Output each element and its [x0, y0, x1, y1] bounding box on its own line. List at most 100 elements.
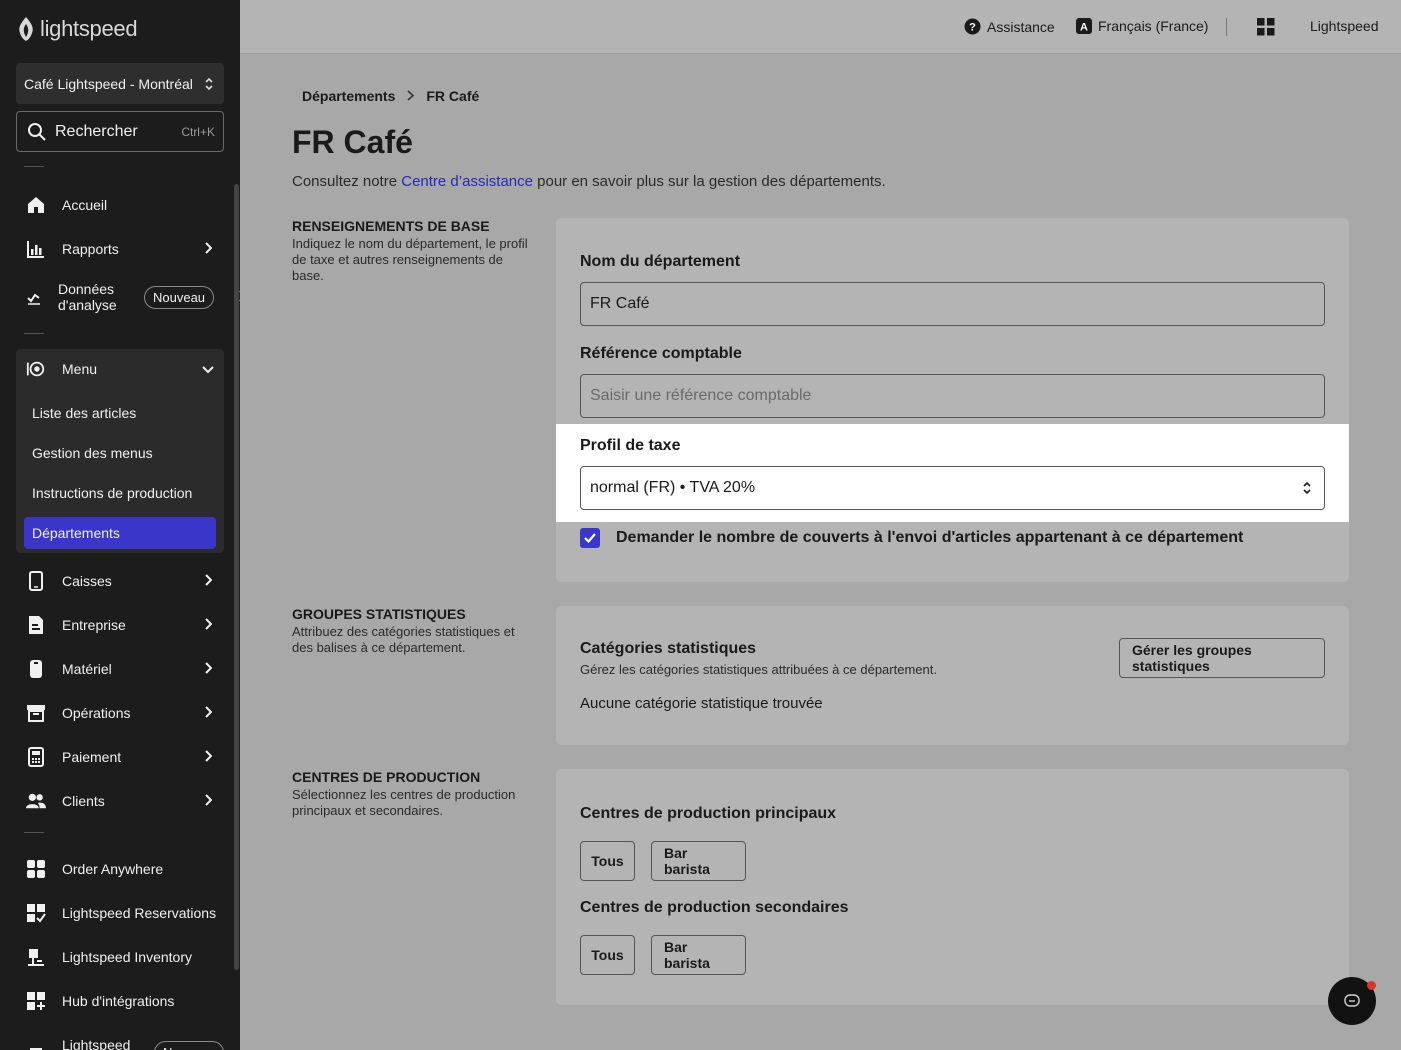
accounting-reference-input[interactable]: Saisir une référence comptable [580, 374, 1325, 418]
nav-divider [24, 832, 44, 833]
lightspeed-more-icon [26, 1035, 46, 1050]
primary-production-title: Centres de production principaux [580, 805, 837, 822]
account-menu[interactable]: Lightspeed [1310, 18, 1379, 34]
basic-info-header: RENSEIGNEMENTS DE BASE Indiquez le nom d… [292, 218, 537, 284]
sidebar-item-label: Lightspeed [61, 1037, 131, 1050]
sidebar-item-menu[interactable]: Menu [16, 349, 224, 389]
flame-icon [19, 17, 33, 41]
department-name-label: Nom du département [580, 253, 741, 270]
help-center-link[interactable]: Centre d’assistance [401, 173, 533, 190]
basic-info-card: Nom du département FR Café Référence com… [556, 218, 1349, 582]
secondary-production-bar-barista[interactable]: Bar barista [651, 935, 746, 975]
submenu-item-production[interactable]: Instructions de production [24, 477, 216, 509]
new-badge: Nouveau [153, 1040, 224, 1050]
chevron-updown-icon [205, 77, 213, 90]
chevron-right-icon [200, 705, 216, 721]
covers-checkbox-label: Demander le nombre de couverts à l'envoi… [616, 529, 1244, 546]
secondary-production-title: Centres de production secondaires [580, 899, 849, 916]
help-icon: ? [964, 18, 981, 35]
sidebar-item-inventory[interactable]: Lightspeed Inventory [16, 937, 224, 977]
top-bar: ? Assistance A Français (France) Lightsp… [240, 0, 1401, 54]
primary-production-bar-barista[interactable]: Bar barista [651, 841, 746, 881]
primary-production-all[interactable]: Tous [580, 841, 635, 881]
main-content: Départements FR Café FR Café Consultez n… [240, 54, 1401, 1050]
chevron-down-icon [200, 361, 216, 377]
new-badge: Nouveau [144, 285, 215, 309]
sidebar-item-label: Clients [62, 793, 105, 809]
sidebar-item-lightspeed-more[interactable]: Lightspeed Nouveau [16, 1025, 224, 1050]
inventory-icon [26, 947, 46, 967]
submenu-item-menus[interactable]: Gestion des menus [24, 437, 216, 469]
menu-icon [26, 359, 46, 379]
submenu-item-articles[interactable]: Liste des articles [24, 397, 216, 429]
reservations-icon [26, 903, 46, 923]
intro-text-after: pour en savoir plus sur la gestion des d… [532, 173, 886, 190]
sidebar-item-entreprise[interactable]: Entreprise [16, 605, 224, 645]
section-description: Indiquez le nom du département, le profi… [292, 236, 528, 283]
account-label: Lightspeed [1310, 18, 1379, 34]
chevron-right-icon [200, 617, 216, 633]
tax-profile-select[interactable]: normal (FR) • TVA 20% [580, 466, 1325, 510]
secondary-production-all[interactable]: Tous [580, 935, 635, 975]
sidebar-item-caisses[interactable]: Caisses [16, 561, 224, 601]
tax-profile-label: Profil de taxe [580, 437, 681, 454]
lightspeed-logo[interactable]: lightspeed [16, 16, 138, 42]
archive-icon [26, 703, 46, 723]
nav-divider [24, 166, 44, 167]
chevron-right-icon [200, 241, 216, 257]
sidebar-item-operations[interactable]: Opérations [16, 693, 224, 733]
section-title: CENTRES DE PRODUCTION [292, 769, 481, 785]
language-selector[interactable]: A Français (France) [1076, 18, 1208, 34]
sidebar-item-paiement[interactable]: Paiement [16, 737, 224, 777]
location-selector[interactable]: Café Lightspeed - Montréal [16, 63, 224, 104]
sidebar-item-accueil[interactable]: Accueil [16, 185, 224, 225]
department-name-input[interactable]: FR Café [580, 282, 1325, 326]
search-input[interactable]: Rechercher Ctrl+K [16, 111, 224, 152]
covers-checkbox[interactable] [580, 528, 600, 548]
sidebar-item-materiel[interactable]: Matériel [16, 649, 224, 689]
accounting-reference-label: Référence comptable [580, 345, 742, 362]
notification-dot [1367, 981, 1376, 990]
sidebar-item-integrations[interactable]: Hub d'intégrations [16, 981, 224, 1021]
intro-text-before: Consultez notre [292, 173, 402, 190]
help-label: Assistance [987, 18, 1055, 35]
breadcrumb-current: FR Café [426, 88, 480, 104]
help-link[interactable]: ? Assistance [964, 18, 1055, 35]
stats-categories-title: Catégories statistiques [580, 640, 757, 657]
sidebar-item-label: Caisses [62, 573, 112, 589]
sidebar-item-label: Order Anywhere [62, 861, 164, 877]
apps-button[interactable] [1257, 18, 1275, 36]
bar-chart-icon [26, 239, 46, 259]
integrations-icon [26, 991, 46, 1011]
stats-groups-card: Catégories statistiques Gérez les catégo… [556, 606, 1349, 745]
language-icon: A [1076, 18, 1092, 34]
sidebar-item-order-anywhere[interactable]: Order Anywhere [16, 849, 224, 889]
section-title: GROUPES STATISTIQUES [292, 606, 466, 622]
section-description: Attribuez des catégories statistiques et… [292, 624, 515, 655]
covers-checkbox-row[interactable]: Demander le nombre de couverts à l'envoi… [580, 528, 1243, 548]
chat-support-button[interactable] [1328, 977, 1376, 1025]
sidebar-item-donnees[interactable]: Données d'analyse Nouveau [16, 277, 240, 317]
chevron-right-icon [200, 661, 216, 677]
sidebar-item-reservations[interactable]: Lightspeed Reservations [16, 893, 224, 933]
sidebar-item-label: Données d'analyse [58, 281, 117, 313]
page-intro: Consultez notre Centre d’assistance pour… [292, 173, 886, 190]
analytics-icon [26, 287, 42, 307]
chevron-updown-icon [1303, 481, 1311, 495]
business-icon [26, 615, 46, 635]
submenu-item-departements[interactable]: Départements [24, 517, 216, 549]
sidebar-scrollbar[interactable] [234, 184, 239, 970]
breadcrumb: Départements FR Café [302, 88, 479, 104]
production-centers-header: CENTRES DE PRODUCTION Sélectionnez les c… [292, 769, 537, 819]
chat-icon [1344, 994, 1360, 1007]
sidebar-item-label: Rapports [62, 241, 119, 257]
breadcrumb-parent[interactable]: Départements [302, 88, 395, 104]
apps-grid-icon [1257, 18, 1275, 36]
stats-empty-message: Aucune catégorie statistique trouvée [580, 695, 823, 712]
sidebar-item-rapports[interactable]: Rapports [16, 229, 224, 269]
home-icon [26, 195, 46, 215]
chevron-right-icon [200, 573, 216, 589]
sidebar-item-clients[interactable]: Clients [16, 781, 224, 821]
nav-divider [24, 333, 44, 334]
manage-stats-groups-button[interactable]: Gérer les groupes statistiques [1119, 638, 1325, 678]
